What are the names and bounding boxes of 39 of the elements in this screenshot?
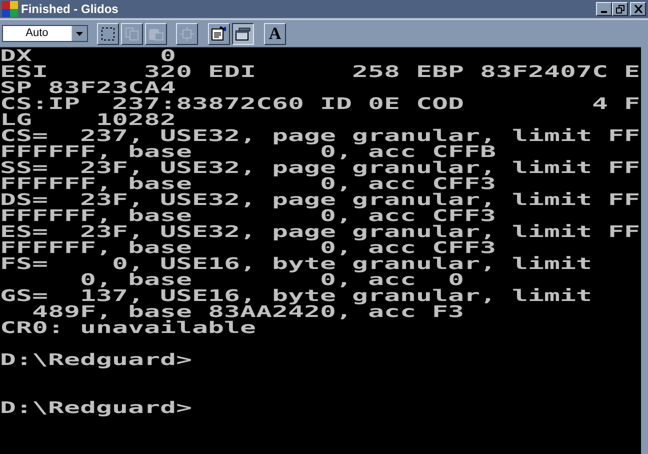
select-button[interactable] (97, 22, 119, 44)
dropdown-arrow-icon (76, 32, 83, 36)
console-line: CS= 237, USE32, page granular, limit FF (0, 128, 640, 144)
close-icon (634, 5, 642, 13)
console-line: ES= 23F, USE32, page granular, limit FF (0, 224, 640, 240)
console-line: GS= 137, USE16, byte granular, limit (0, 288, 592, 304)
font-button[interactable]: A (264, 22, 286, 44)
console-line: FFFFFF, base 0, acc CFF3 (0, 208, 496, 224)
fullscreen-icon (180, 26, 194, 40)
paste-icon (148, 26, 164, 40)
console-line: FFFFFF, base 0, acc CFF3 (0, 240, 496, 256)
console-line: 0, base 0, acc 0 (79, 272, 464, 288)
console-line: SS= 23F, USE32, page granular, limit FF (0, 160, 640, 176)
console-line: FFFFFF, base 0, acc CFF3 (0, 176, 496, 192)
copy-icon (125, 26, 139, 40)
window-icon (235, 26, 251, 40)
console-line: D:\Redguard> (0, 400, 192, 416)
console-line: DS= 23F, USE32, page granular, limit FF (0, 192, 640, 208)
properties-button[interactable] (208, 22, 230, 44)
console-line: CR0: unavailable (0, 320, 256, 336)
console-line: FFFFFF, base 0, acc CFFB (0, 144, 496, 160)
minimize-button[interactable] (596, 2, 612, 16)
app-logo-icon (2, 1, 18, 17)
background-button[interactable] (232, 22, 254, 44)
window-title: Finished - Glidos (21, 2, 120, 16)
console-line: SP 83F23CA4 (0, 80, 176, 96)
restore-icon (616, 4, 624, 14)
console-line: FS= 0, USE16, byte granular, limit (0, 256, 592, 272)
console-line: DX 0 (0, 48, 176, 64)
console-line: ESI 320 EDI 258 EBP 83F2407C E (0, 64, 640, 80)
close-button[interactable] (630, 2, 646, 16)
console-line: LG 10282 (0, 112, 176, 128)
console-line: 489F, base 83AA2420, acc F3 (31, 304, 464, 320)
font-size-dropdown[interactable]: Auto (2, 25, 88, 42)
restore-button[interactable] (612, 2, 628, 16)
console-line: CS:IP 237:83872C60 ID 0E COD 4 F (0, 96, 640, 112)
selection-icon (101, 26, 115, 40)
properties-icon (211, 26, 227, 41)
console-line: D:\Redguard> (0, 352, 192, 368)
